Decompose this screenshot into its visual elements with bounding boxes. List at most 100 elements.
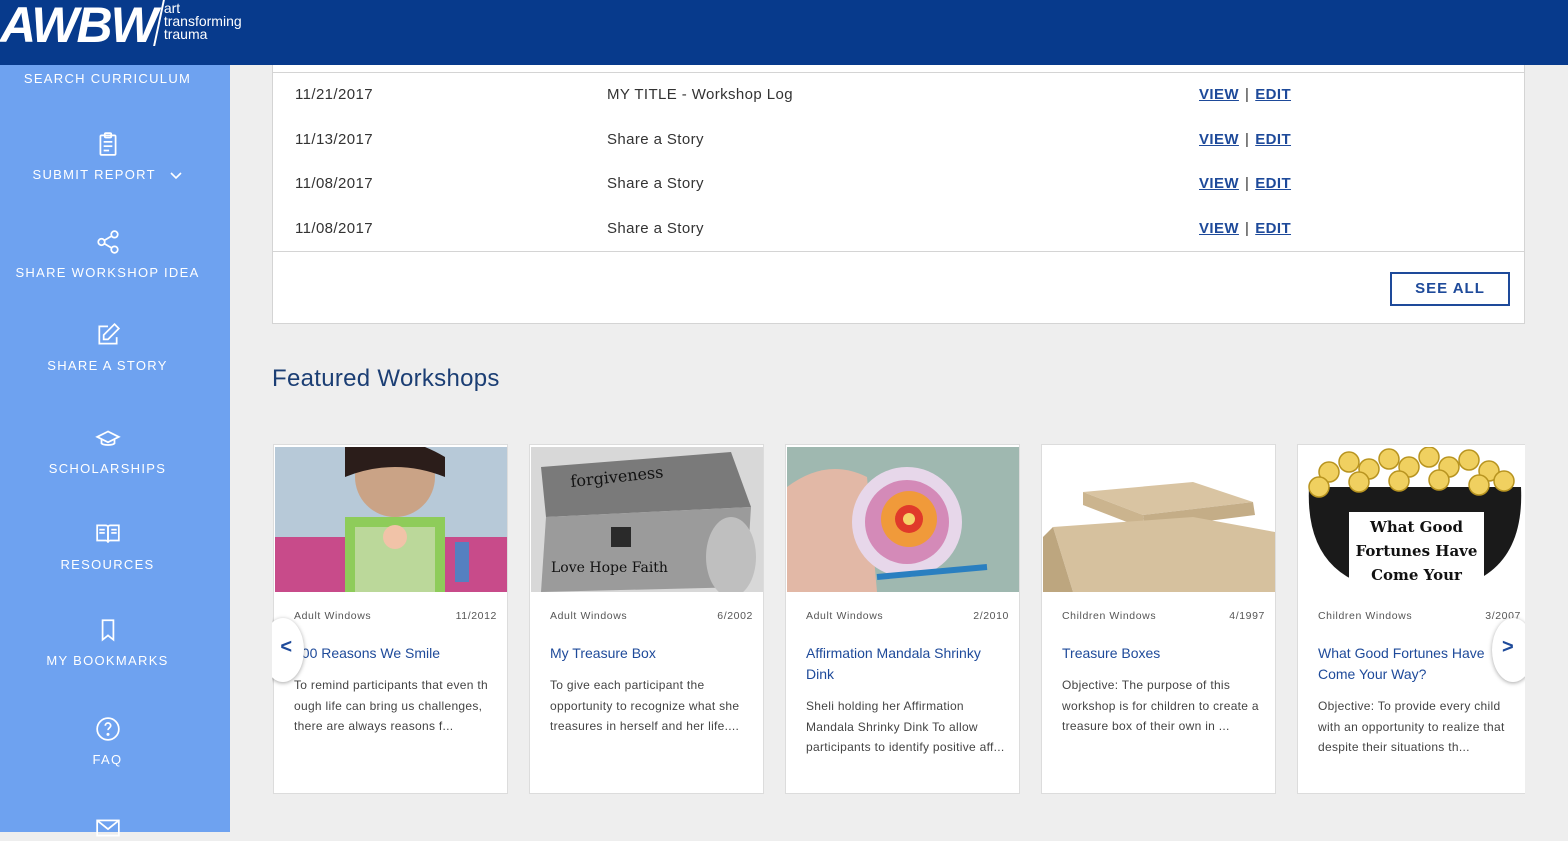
workshop-category: Adult Windows bbox=[806, 610, 884, 622]
caption-line: What Good bbox=[1370, 518, 1463, 536]
sidebar-item-label: My Bookmarks bbox=[46, 653, 169, 668]
main-content: 11/21/2017 MY TITLE - Workshop Log VIEW |… bbox=[230, 55, 1568, 832]
workshop-image bbox=[275, 447, 507, 592]
log-date: 11/21/2017 bbox=[295, 86, 373, 103]
workshop-image: forgiveness Love Hope Faith bbox=[531, 447, 763, 592]
workshop-card[interactable]: Adult Windows 11/2012 100 Reasons We Smi… bbox=[273, 444, 508, 794]
edit-icon bbox=[97, 322, 120, 345]
log-title: Share a Story bbox=[607, 220, 704, 237]
svg-text:Love Hope Faith: Love Hope Faith bbox=[551, 560, 668, 576]
treasure-box-photo: forgiveness Love Hope Faith bbox=[531, 447, 763, 592]
share-icon bbox=[96, 230, 119, 254]
workshop-title[interactable]: Treasure Boxes bbox=[1062, 643, 1262, 664]
sidebar-item-search-curriculum[interactable]: Search Curriculum bbox=[0, 71, 215, 86]
workshop-date: 4/1997 bbox=[1229, 610, 1265, 622]
workshop-title[interactable]: Affirmation Mandala Shrinky Dink bbox=[806, 643, 1006, 685]
table-row: 11/13/2017 Share a Story VIEW | EDIT bbox=[273, 119, 1524, 163]
book-icon bbox=[95, 524, 120, 543]
separator: | bbox=[1244, 175, 1250, 192]
sidebar-item-label: Scholarships bbox=[48, 461, 167, 476]
workshop-category: Adult Windows bbox=[550, 610, 628, 622]
log-actions: VIEW | EDIT bbox=[1199, 220, 1291, 237]
child-photo bbox=[275, 447, 507, 592]
sidebar-item-label: Submit Report bbox=[0, 167, 215, 182]
workshop-card[interactable]: What Good Fortunes Have Come Your Childr… bbox=[1297, 444, 1525, 794]
top-header: AWBW art transforming trauma bbox=[0, 0, 1568, 65]
sidebar-item-contact[interactable] bbox=[0, 815, 215, 841]
workshop-card[interactable]: Adult Windows 2/2010 Affirmation Mandala… bbox=[785, 444, 1020, 794]
view-link[interactable]: VIEW bbox=[1199, 131, 1239, 148]
sidebar: Search Curriculum Submit Report Share Wo… bbox=[0, 65, 230, 837]
log-title: Share a Story bbox=[607, 131, 704, 148]
edit-link[interactable]: EDIT bbox=[1255, 175, 1291, 192]
sidebar-item-share-a-story[interactable]: Share a Story bbox=[0, 322, 215, 373]
sidebar-item-label: Resources bbox=[60, 557, 155, 572]
sidebar-item-share-workshop-idea[interactable]: Share Workshop Idea bbox=[0, 229, 215, 280]
workshop-date: 6/2002 bbox=[717, 610, 753, 622]
fortune-pot-caption: What Good Fortunes Have Come Your bbox=[1349, 515, 1484, 587]
log-actions: VIEW | EDIT bbox=[1199, 175, 1291, 192]
workshop-title[interactable]: My Treasure Box bbox=[550, 643, 750, 664]
workshop-card[interactable]: forgiveness Love Hope Faith Adult Window… bbox=[529, 444, 764, 794]
edit-link[interactable]: EDIT bbox=[1255, 86, 1291, 103]
sidebar-item-resources[interactable]: Resources bbox=[0, 521, 215, 572]
view-link[interactable]: VIEW bbox=[1199, 86, 1239, 103]
workshop-card[interactable]: Children Windows 4/1997 Treasure Boxes O… bbox=[1041, 444, 1276, 794]
sidebar-item-label: Share Workshop Idea bbox=[15, 265, 200, 280]
caption-line: Come Your bbox=[1371, 566, 1462, 584]
workshop-description: To remind participants that even th ough… bbox=[294, 678, 488, 733]
log-title: MY TITLE - Workshop Log bbox=[607, 86, 793, 103]
clipboard-icon bbox=[99, 132, 116, 156]
see-all-button[interactable]: SEE ALL bbox=[1390, 272, 1510, 306]
awbw-logo[interactable]: AWBW art transforming trauma bbox=[0, 0, 254, 50]
table-row: 11/21/2017 MY TITLE - Workshop Log VIEW |… bbox=[273, 74, 1524, 118]
sidebar-item-faq[interactable]: FAQ bbox=[0, 716, 215, 767]
workshop-date: 2/2010 bbox=[973, 610, 1009, 622]
caption-line: Fortunes Have bbox=[1355, 542, 1478, 560]
log-date: 11/08/2017 bbox=[295, 220, 373, 237]
table-row: 11/08/2017 Share a Story VIEW | EDIT bbox=[273, 208, 1524, 252]
mail-icon bbox=[95, 819, 120, 837]
log-actions: VIEW | EDIT bbox=[1199, 131, 1291, 148]
sidebar-item-label: Search Curriculum bbox=[23, 71, 192, 86]
question-icon bbox=[95, 717, 120, 741]
separator: | bbox=[1244, 131, 1250, 148]
logo-tagline-line: trauma bbox=[163, 26, 208, 42]
workshop-description: Objective: The purpose of this workshop … bbox=[1062, 678, 1259, 733]
sidebar-item-submit-report[interactable]: Submit Report bbox=[0, 131, 215, 182]
workshop-image bbox=[1043, 447, 1275, 592]
edit-link[interactable]: EDIT bbox=[1255, 131, 1291, 148]
graduation-cap-icon bbox=[94, 430, 121, 446]
bookmark-icon bbox=[101, 619, 114, 642]
workshop-category: Children Windows bbox=[1318, 610, 1413, 622]
cardboard-box-photo bbox=[1043, 447, 1275, 592]
sidebar-item-label: FAQ bbox=[92, 752, 123, 767]
workshop-log-panel: 11/21/2017 MY TITLE - Workshop Log VIEW |… bbox=[272, 55, 1525, 324]
sidebar-item-scholarships[interactable]: Scholarships bbox=[0, 425, 215, 476]
divider bbox=[273, 72, 1524, 73]
separator: | bbox=[1244, 220, 1250, 237]
separator: | bbox=[1244, 86, 1250, 103]
workshop-image: What Good Fortunes Have Come Your bbox=[1299, 447, 1525, 592]
workshop-description: To give each participant the opportunity… bbox=[550, 678, 740, 733]
workshop-image bbox=[787, 447, 1019, 592]
workshop-title[interactable]: What Good Fortunes Have Come Your Way? bbox=[1318, 643, 1518, 685]
sidebar-item-my-bookmarks[interactable]: My Bookmarks bbox=[0, 617, 215, 668]
sidebar-item-label-text: Submit Report bbox=[32, 167, 156, 182]
log-actions: VIEW | EDIT bbox=[1199, 86, 1291, 103]
workshop-category: Children Windows bbox=[1062, 610, 1157, 622]
mandala-photo bbox=[787, 447, 1019, 592]
logo-tagline: art transforming trauma bbox=[163, 1, 254, 42]
workshop-title[interactable]: 100 Reasons We Smile bbox=[294, 643, 494, 664]
sidebar-item-label: Share a Story bbox=[47, 358, 168, 373]
log-date: 11/08/2017 bbox=[295, 175, 373, 192]
workshop-description: Objective: To provide every child with a… bbox=[1318, 699, 1505, 754]
view-link[interactable]: VIEW bbox=[1199, 220, 1239, 237]
log-title: Share a Story bbox=[607, 175, 704, 192]
view-link[interactable]: VIEW bbox=[1199, 175, 1239, 192]
edit-link[interactable]: EDIT bbox=[1255, 220, 1291, 237]
table-row: 11/08/2017 Share a Story VIEW | EDIT bbox=[273, 163, 1524, 207]
chevron-down-icon[interactable] bbox=[169, 171, 183, 181]
workshop-description: Sheli holding her Affirmation Mandala Sh… bbox=[806, 699, 1005, 754]
workshop-category: Adult Windows bbox=[294, 610, 372, 622]
